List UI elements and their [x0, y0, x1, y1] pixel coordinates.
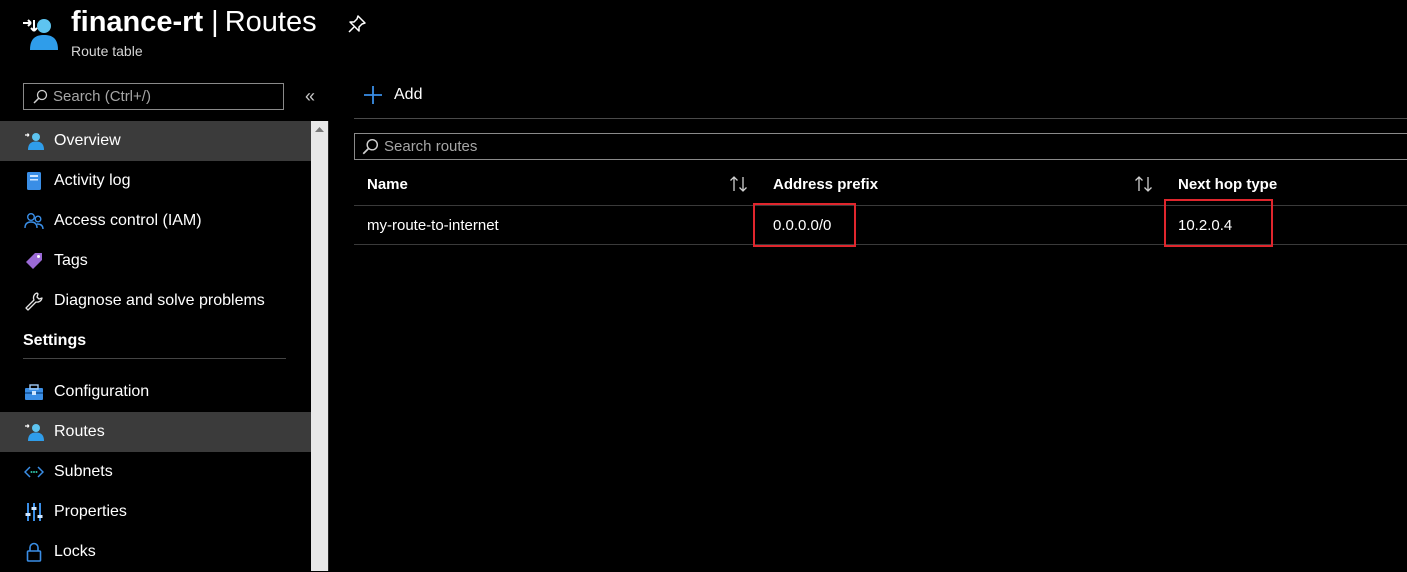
add-button-label: Add — [394, 86, 423, 103]
sidebar-divider — [328, 121, 329, 571]
sidebar-item-properties[interactable]: Properties — [0, 492, 311, 532]
sort-icon[interactable] — [728, 174, 750, 194]
sidebar-search[interactable] — [23, 83, 284, 110]
routes-search-input[interactable] — [379, 138, 604, 155]
plus-icon — [364, 86, 382, 104]
collapse-sidebar-button[interactable]: « — [300, 86, 320, 107]
sidebar-item-label: Activity log — [54, 172, 131, 189]
column-header-address-prefix[interactable]: Address prefix — [773, 176, 878, 193]
highlight-box-address-prefix — [753, 203, 856, 247]
settings-section: Settings — [0, 321, 311, 372]
sidebar-item-label: Diagnose and solve problems — [54, 292, 265, 309]
sidebar-item-label: Configuration — [54, 383, 150, 400]
search-icon — [33, 89, 48, 104]
sidebar-scrollbar[interactable] — [311, 121, 328, 571]
sliders-icon — [23, 501, 45, 523]
sidebar-item-access-control[interactable]: Access control (IAM) — [0, 201, 311, 241]
resource-type: Route table — [71, 43, 143, 59]
column-header-name[interactable]: Name — [367, 176, 408, 193]
route-table-icon — [23, 130, 45, 152]
sidebar-item-tags[interactable]: Tags — [0, 241, 311, 281]
section-divider — [23, 358, 286, 359]
page-title: finance-rt | Routes — [71, 3, 317, 41]
scroll-up-arrow-icon[interactable] — [311, 121, 328, 137]
sidebar-item-label: Locks — [54, 543, 96, 560]
pin-icon[interactable] — [346, 13, 368, 35]
column-header-next-hop-type[interactable]: Next hop type — [1178, 176, 1277, 193]
routes-search[interactable] — [354, 133, 1407, 160]
sidebar-item-diagnose[interactable]: Diagnose and solve problems — [0, 281, 311, 321]
page-name: Routes — [224, 6, 317, 38]
sidebar-item-label: Tags — [54, 252, 88, 269]
sidebar-item-activity-log[interactable]: Activity log — [0, 161, 311, 201]
people-icon — [23, 210, 45, 232]
sidebar-item-label: Subnets — [54, 463, 113, 480]
sidebar-item-configuration[interactable]: Configuration — [0, 372, 311, 412]
wrench-icon — [23, 290, 45, 312]
route-table-icon — [23, 421, 45, 443]
title-separator: | — [211, 6, 219, 38]
tag-icon — [23, 250, 45, 272]
sidebar-item-subnets[interactable]: Subnets — [0, 452, 311, 492]
settings-section-title: Settings — [23, 332, 87, 349]
sidebar-item-routes[interactable]: Routes — [0, 412, 311, 452]
lock-icon — [23, 541, 45, 563]
route-name-cell[interactable]: my-route-to-internet — [367, 217, 499, 234]
sidebar-nav: Overview Activity log Access control (IA… — [0, 121, 311, 572]
sort-icon[interactable] — [1133, 174, 1155, 194]
sidebar-item-locks[interactable]: Locks — [0, 532, 311, 572]
sidebar-item-label: Properties — [54, 503, 127, 520]
resource-name: finance-rt — [71, 6, 204, 38]
sidebar-item-label: Overview — [54, 132, 121, 149]
sidebar-item-overview[interactable]: Overview — [0, 121, 311, 161]
sidebar-item-label: Routes — [54, 423, 105, 440]
search-icon — [362, 138, 379, 154]
route-table-header-icon — [23, 19, 58, 50]
add-route-button[interactable]: Add — [363, 85, 422, 105]
sidebar-search-input[interactable] — [48, 88, 273, 105]
activity-log-icon — [23, 170, 45, 192]
subnet-icon — [23, 461, 45, 483]
toolbox-icon — [23, 381, 45, 403]
highlight-box-next-hop — [1164, 199, 1273, 247]
toolbar-divider — [354, 118, 1407, 119]
sidebar-item-label: Access control (IAM) — [54, 212, 202, 229]
